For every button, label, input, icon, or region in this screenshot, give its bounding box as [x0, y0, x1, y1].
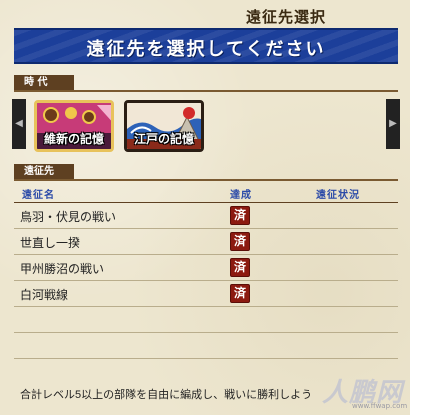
achieved-stamp: 済 [230, 232, 250, 251]
header-divider [14, 202, 398, 203]
era-card-ishin-label: 維新の記憶 [43, 132, 104, 146]
instruction-banner: 遠征先を選択してください [14, 28, 398, 64]
right-margin [410, 0, 436, 415]
era-section-rule [14, 90, 398, 92]
corner-title: 遠征先選択 [246, 8, 327, 26]
row-divider [14, 332, 398, 333]
expedition-name[interactable]: 鳥羽・伏見の戦い [20, 208, 116, 225]
column-header-achieved: 達成 [230, 190, 252, 201]
column-header-status: 遠征状況 [316, 190, 360, 201]
achieved-stamp: 済 [230, 206, 250, 225]
row-divider [14, 280, 398, 281]
row-divider [14, 228, 398, 229]
footer-hint: 合計レベル5以上の部隊を自由に編成し、戦いに勝利しよう [20, 389, 313, 401]
era-prev-arrow[interactable]: ◀ [12, 99, 26, 149]
expedition-select-panel: 遠征先選択 遠征先を選択してください 時 代 ◀ 維新の記憶 江戸の記憶 ▶ 遠… [0, 0, 410, 415]
expedition-name[interactable]: 世直し一揆 [20, 234, 80, 251]
expedition-name[interactable]: 白河戦線 [20, 286, 68, 303]
row-divider [14, 358, 398, 359]
row-divider [14, 254, 398, 255]
era-card-edo-label: 江戸の記憶 [133, 132, 194, 146]
column-header-name: 遠征名 [22, 190, 55, 201]
expedition-section-tab: 遠征先 [14, 164, 74, 179]
row-divider [14, 306, 398, 307]
watermark-url: www.ffwap.com [352, 402, 408, 410]
era-next-arrow[interactable]: ▶ [386, 99, 400, 149]
expedition-name[interactable]: 甲州勝沼の戦い [20, 260, 104, 277]
era-card-edo[interactable]: 江戸の記憶 [124, 100, 204, 152]
era-card-ishin[interactable]: 維新の記憶 [34, 100, 114, 152]
banner-text: 遠征先を選択してください [86, 39, 326, 60]
era-section-tab: 時 代 [14, 75, 74, 90]
expedition-section-rule [14, 179, 398, 181]
achieved-stamp: 済 [230, 258, 250, 277]
achieved-stamp: 済 [230, 284, 250, 303]
